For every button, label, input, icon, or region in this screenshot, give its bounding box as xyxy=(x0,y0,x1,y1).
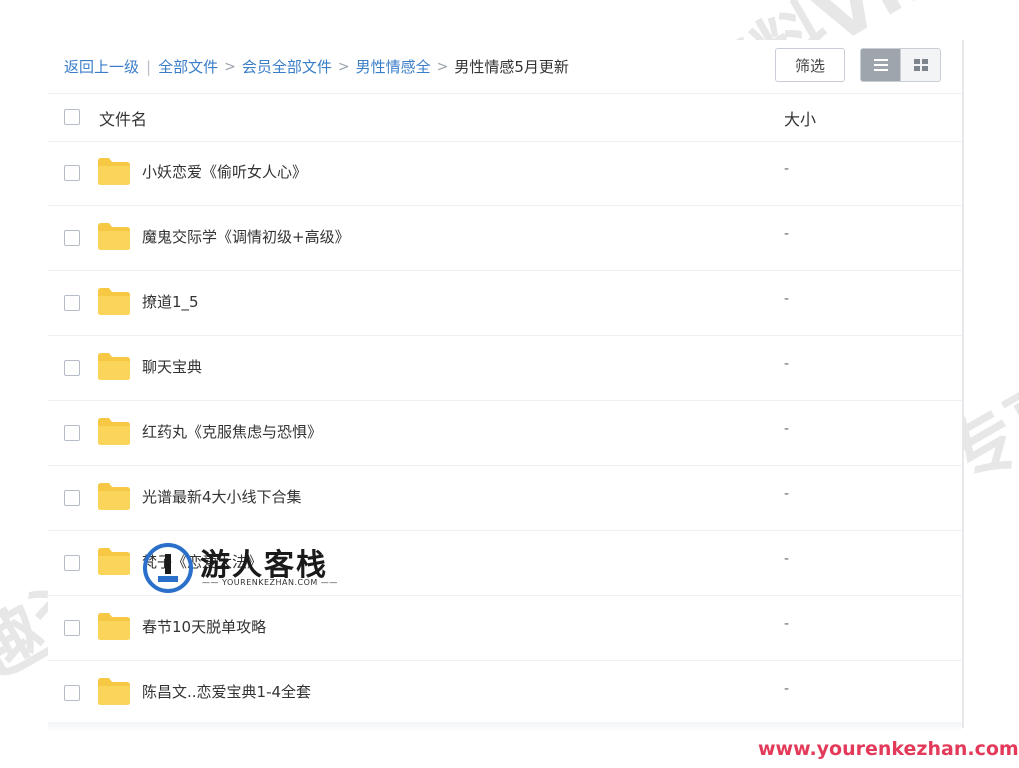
folder-icon xyxy=(98,548,130,575)
file-size: - xyxy=(784,486,790,502)
toolbar: 返回上一级 | 全部文件 > 会员全部文件 > 男性情感全 > 男性情感5月更新… xyxy=(48,40,962,94)
breadcrumb-divider: | xyxy=(146,58,152,76)
breadcrumb-arrow: > xyxy=(436,59,449,75)
back-link[interactable]: 返回上一级 xyxy=(64,56,139,78)
file-name[interactable]: 小妖恋爱《偷听女人心》 xyxy=(142,161,307,182)
row-checkbox[interactable] xyxy=(64,230,80,246)
view-toggle xyxy=(860,48,941,82)
file-size: - xyxy=(784,551,790,567)
breadcrumb-arrow: > xyxy=(337,59,350,75)
breadcrumb-current: 男性情感5月更新 xyxy=(454,58,569,76)
table-header: 文件名 大小 xyxy=(48,93,962,142)
row-checkbox[interactable] xyxy=(64,360,80,376)
table-row[interactable]: 光谱最新4大小线下合集 - xyxy=(48,466,962,531)
select-all-checkbox[interactable] xyxy=(64,109,80,125)
column-name-header[interactable]: 文件名 xyxy=(99,106,147,130)
column-size-header[interactable]: 大小 xyxy=(784,106,816,130)
file-size: - xyxy=(784,356,790,372)
folder-icon xyxy=(98,418,130,445)
row-checkbox[interactable] xyxy=(64,425,80,441)
bottom-shade xyxy=(48,722,962,732)
row-checkbox[interactable] xyxy=(64,165,80,181)
file-size: - xyxy=(784,421,790,437)
folder-icon xyxy=(98,158,130,185)
table-row[interactable]: 陈昌文..恋爱宝典1-4全套 - xyxy=(48,661,962,726)
folder-icon xyxy=(98,613,130,640)
row-checkbox[interactable] xyxy=(64,555,80,571)
table-row[interactable]: 小妖恋爱《偷听女人心》 - xyxy=(48,141,962,206)
file-rows: 小妖恋爱《偷听女人心》 - 魔鬼交际学《调情初级+高级》 - 撩道1_5- 聊天宝典 - 红药… xyxy=(48,141,962,726)
site-url: www.yourenkezhan.com xyxy=(758,738,1019,760)
logo-subtext: —— YOURENKEZHAN.COM —— xyxy=(202,578,338,587)
table-row[interactable]: 聊天宝典 - xyxy=(48,336,962,401)
table-row[interactable]: 撩道1_5 - xyxy=(48,271,962,336)
file-size: - xyxy=(784,616,790,632)
filter-button[interactable]: 筛选 xyxy=(775,48,845,82)
breadcrumb: 返回上一级 | 全部文件 > 会员全部文件 > 男性情感全 > 男性情感5月更新 xyxy=(64,56,569,78)
file-list-panel: 返回上一级 | 全部文件 > 会员全部文件 > 男性情感全 > 男性情感5月更新… xyxy=(48,40,962,728)
file-size: - xyxy=(784,291,790,307)
file-name[interactable]: 聊天宝典 xyxy=(142,356,202,377)
breadcrumb-male-emotion[interactable]: 男性情感全 xyxy=(356,56,431,78)
row-checkbox[interactable] xyxy=(64,620,80,636)
table-row[interactable]: 红药丸《克服焦虑与恐惧》 - xyxy=(48,401,962,466)
logo-emblem-icon xyxy=(143,543,193,593)
site-logo: 游人客栈 —— YOURENKEZHAN.COM —— xyxy=(142,540,342,596)
file-name[interactable]: 红药丸《克服焦虑与恐惧》 xyxy=(142,421,322,442)
breadcrumb-all-files[interactable]: 全部文件 xyxy=(158,56,218,78)
list-view-button[interactable] xyxy=(861,49,900,81)
table-row[interactable]: 春节10天脱单攻略 - xyxy=(48,596,962,661)
panel-border xyxy=(962,40,964,728)
table-row[interactable]: 魔鬼交际学《调情初级+高级》 - xyxy=(48,206,962,271)
list-view-icon xyxy=(873,59,888,71)
file-size: - xyxy=(784,226,790,242)
folder-icon xyxy=(98,223,130,250)
breadcrumb-arrow: > xyxy=(224,59,236,75)
folder-icon xyxy=(98,678,130,705)
row-checkbox[interactable] xyxy=(64,685,80,701)
file-name[interactable]: 魔鬼交际学《调情初级+高级》 xyxy=(142,226,350,247)
row-checkbox[interactable] xyxy=(64,295,80,311)
file-name[interactable]: 光谱最新4大小线下合集 xyxy=(142,486,302,507)
file-name[interactable]: 陈昌文..恋爱宝典1-4全套 xyxy=(142,681,311,702)
folder-icon xyxy=(98,288,130,315)
breadcrumb-member-files[interactable]: 会员全部文件 xyxy=(242,56,332,78)
grid-view-button[interactable] xyxy=(900,49,940,81)
file-size: - xyxy=(784,681,790,697)
file-name[interactable]: 春节10天脱单攻略 xyxy=(142,616,266,637)
folder-icon xyxy=(98,483,130,510)
file-name[interactable]: 撩道1_5 xyxy=(142,291,199,312)
folder-icon xyxy=(98,353,130,380)
file-size: - xyxy=(784,161,790,177)
row-checkbox[interactable] xyxy=(64,490,80,506)
grid-view-icon xyxy=(913,59,928,71)
